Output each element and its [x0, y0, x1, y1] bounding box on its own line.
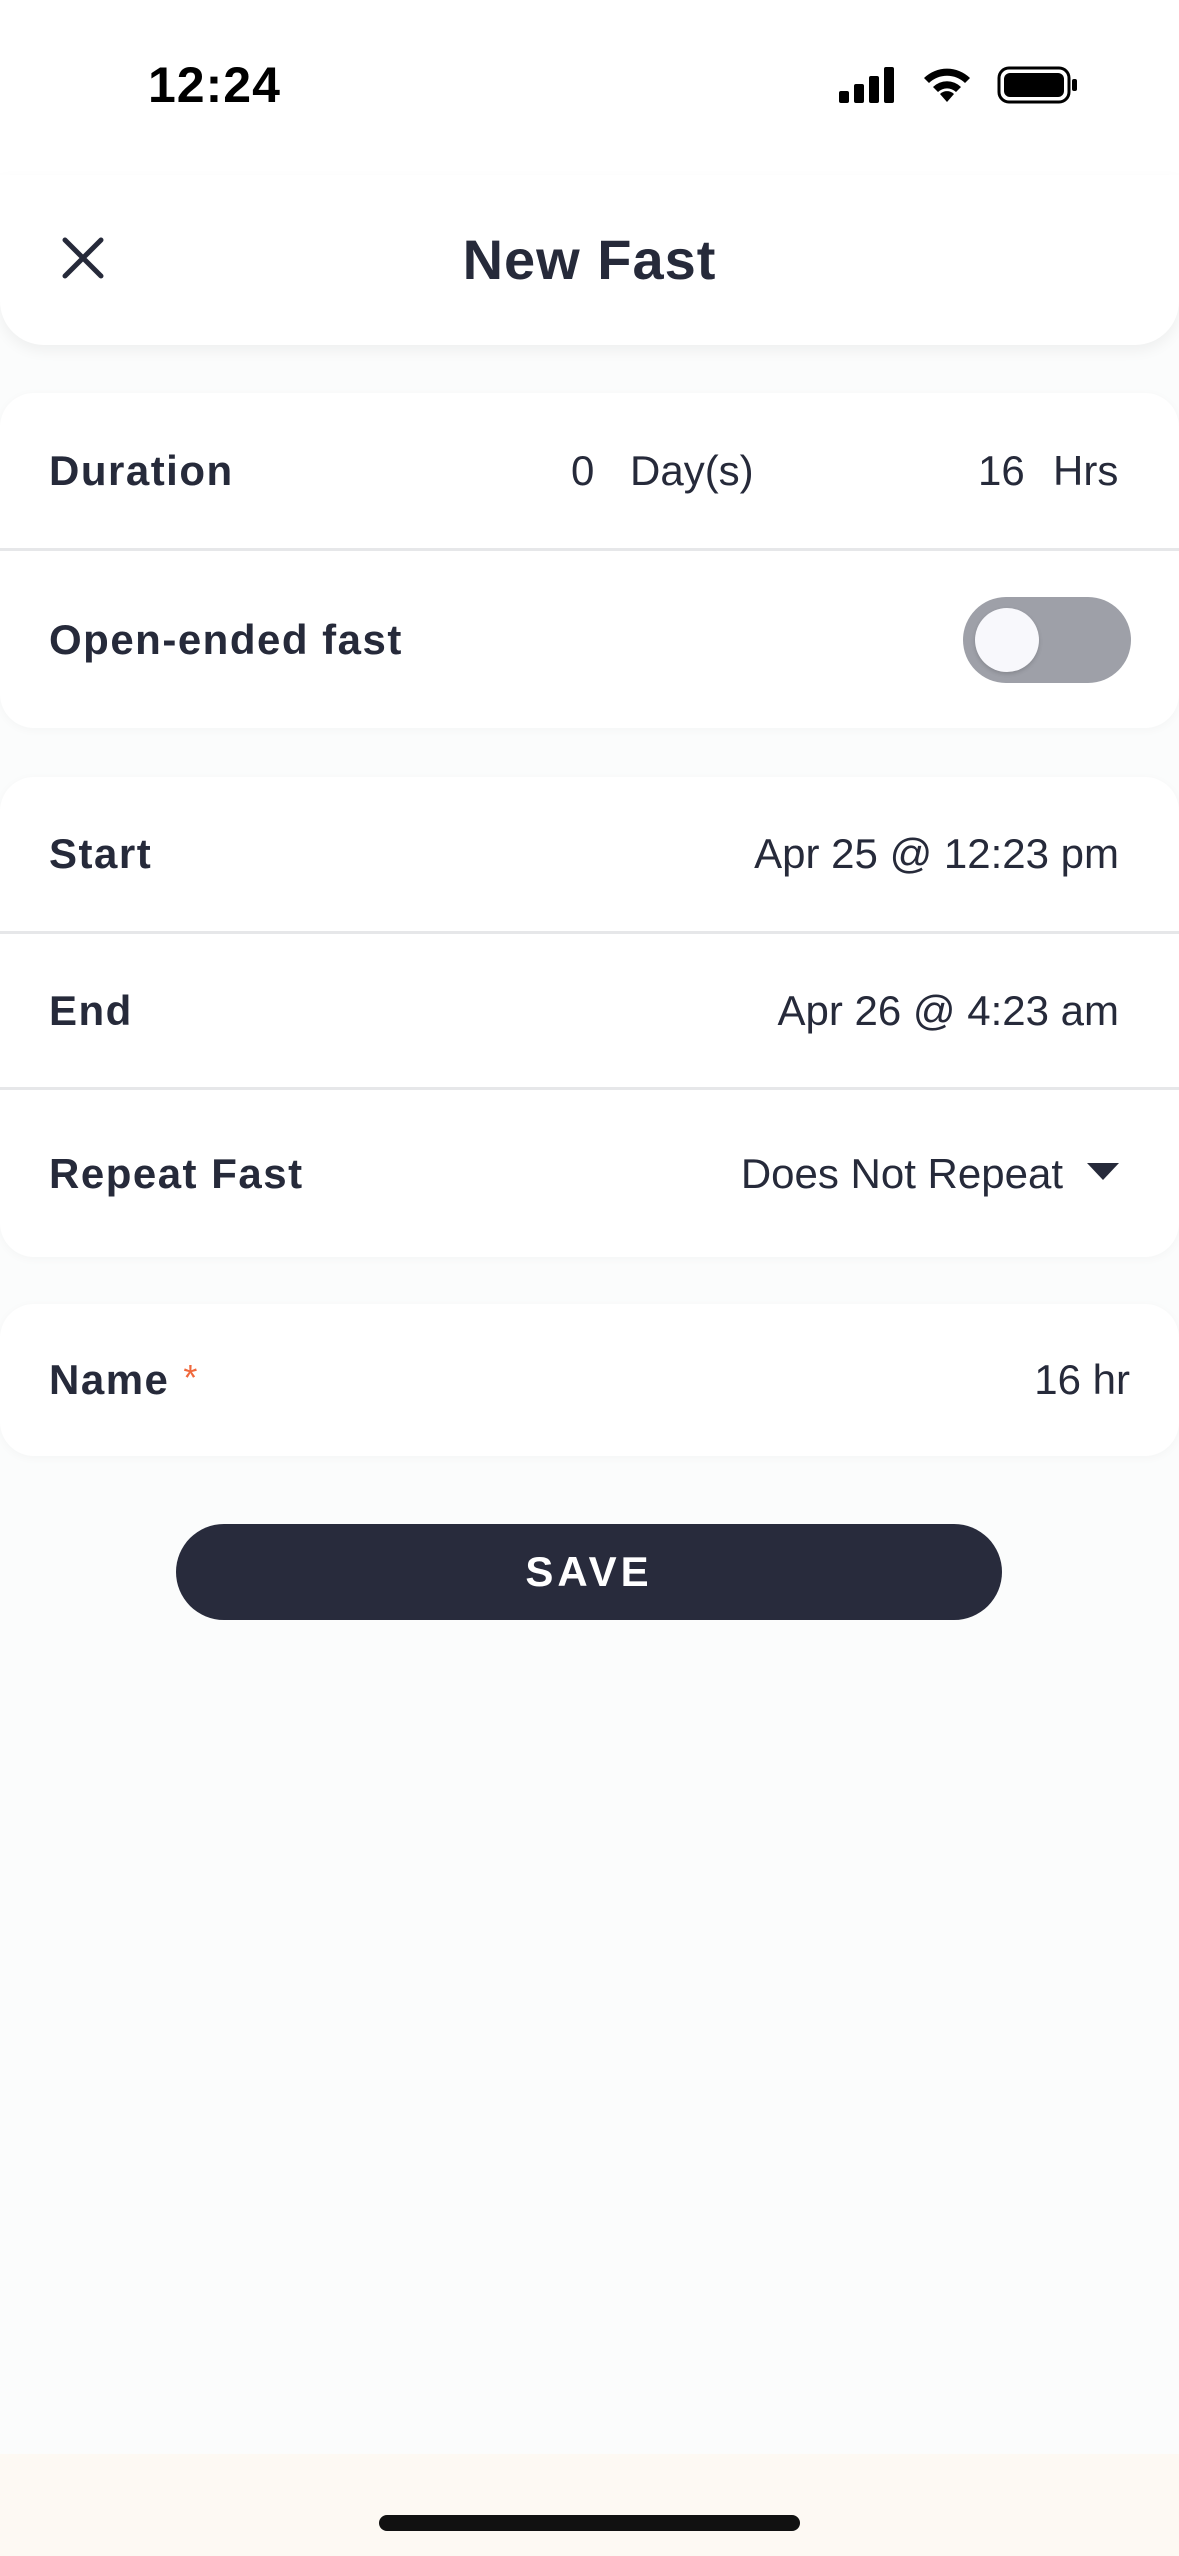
status-bar: 12:24: [0, 0, 1179, 175]
open-ended-row: Open-ended fast: [0, 548, 1179, 728]
open-ended-label: Open-ended fast: [49, 615, 403, 663]
end-label: End: [49, 986, 133, 1034]
start-row[interactable]: Start Apr 25 @ 12:23 pm: [0, 777, 1179, 931]
duration-row[interactable]: Duration 0 Day(s) 16 Hrs: [0, 393, 1179, 548]
save-button[interactable]: SAVE: [176, 1524, 1002, 1620]
repeat-row[interactable]: Repeat Fast Does Not Repeat: [0, 1087, 1179, 1257]
status-time: 12:24: [148, 57, 281, 113]
status-icons: [839, 66, 1079, 104]
duration-label: Duration: [49, 446, 234, 494]
repeat-value: Does Not Repeat: [740, 1149, 1063, 1197]
duration-hours-value[interactable]: 16: [978, 447, 1025, 495]
wifi-icon: [924, 68, 970, 102]
open-ended-toggle[interactable]: [963, 596, 1131, 683]
name-input[interactable]: 16 hr: [1034, 1356, 1130, 1404]
start-label: Start: [49, 830, 153, 877]
cellular-signal-icon: [839, 67, 894, 103]
bottom-safe-area: [0, 2454, 1179, 2556]
start-value[interactable]: Apr 25 @ 12:23 pm: [754, 830, 1119, 878]
schedule-card: Start Apr 25 @ 12:23 pm End Apr 26 @ 4:2…: [0, 777, 1179, 1257]
name-label-text: Name: [49, 1356, 170, 1403]
name-label: Name *: [49, 1356, 199, 1404]
toggle-knob: [975, 607, 1039, 672]
name-row[interactable]: Name * 16 hr: [0, 1304, 1179, 1456]
duration-days-unit: Day(s): [630, 446, 754, 494]
end-value[interactable]: Apr 26 @ 4:23 am: [778, 987, 1119, 1035]
duration-days-value[interactable]: 0: [571, 447, 594, 495]
required-marker: *: [183, 1357, 199, 1398]
repeat-label: Repeat Fast: [49, 1149, 304, 1197]
duration-hours-unit: Hrs: [1053, 446, 1119, 494]
header: New Fast: [0, 175, 1179, 345]
duration-card: Duration 0 Day(s) 16 Hrs Open-ended fast: [0, 393, 1179, 728]
home-indicator[interactable]: [379, 2515, 800, 2531]
repeat-select[interactable]: Does Not Repeat: [741, 1150, 1119, 1198]
caret-down-icon: [1087, 1162, 1119, 1180]
name-card: Name * 16 hr: [0, 1304, 1179, 1456]
page-title: New Fast: [462, 228, 717, 291]
battery-icon: [997, 66, 1077, 104]
end-row[interactable]: End Apr 26 @ 4:23 am: [0, 931, 1179, 1087]
